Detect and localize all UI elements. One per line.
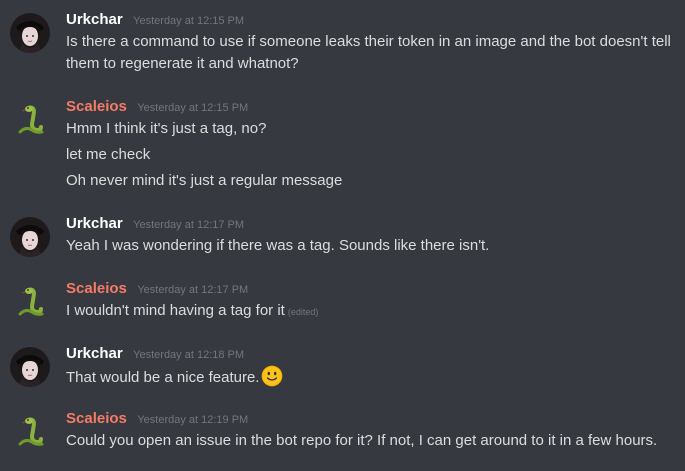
message-timestamp: Yesterday at 12:19 PM <box>137 414 249 426</box>
author-name[interactable]: Urkchar <box>66 215 123 232</box>
message-group: Urkchar Yesterday at 12:15 PM Is there a… <box>0 9 685 75</box>
author-name[interactable]: Urkchar <box>66 11 123 28</box>
snake-avatar-icon <box>18 417 44 446</box>
message-text: Yeah I was wondering if there was a tag.… <box>66 237 490 254</box>
slightly-smiling-face-emoji-icon[interactable] <box>261 365 283 387</box>
message-group: Urkchar Yesterday at 12:18 PM That would… <box>0 343 685 389</box>
message-text: Is there a command to use if someone lea… <box>66 33 671 72</box>
message-timestamp: Yesterday at 12:15 PM <box>133 15 245 27</box>
author-name[interactable]: Scaleios <box>66 410 127 427</box>
message-header: Scaleios Yesterday at 12:15 PM <box>66 96 675 118</box>
avatar-scaleios[interactable] <box>10 282 50 322</box>
avatar-scaleios[interactable] <box>10 412 50 452</box>
avatar-urkchar[interactable] <box>10 217 50 257</box>
message-text: Oh never mind it's just a regular messag… <box>66 172 343 189</box>
edited-label: (edited) <box>287 307 319 317</box>
message-header: Scaleios Yesterday at 12:19 PM <box>66 408 675 430</box>
user-avatar-icon <box>10 13 50 53</box>
user-avatar-icon <box>10 217 50 257</box>
chat-messages: Urkchar Yesterday at 12:15 PM Is there a… <box>0 0 685 471</box>
message-group: Urkchar Yesterday at 12:17 PM Yeah I was… <box>0 213 685 257</box>
message-timestamp: Yesterday at 12:18 PM <box>133 349 245 361</box>
message-text: Could you open an issue in the bot repo … <box>66 432 658 449</box>
message-header: Urkchar Yesterday at 12:15 PM <box>66 9 675 31</box>
message-timestamp: Yesterday at 12:15 PM <box>137 102 249 114</box>
message-text-content: That would be a nice feature. <box>66 369 260 386</box>
message-text: Hmm I think it's just a tag, no? <box>66 120 267 137</box>
message-text: That would be a nice feature. <box>66 365 675 389</box>
message-group: Scaleios Yesterday at 12:19 PM Could you… <box>0 408 685 452</box>
message-header: Urkchar Yesterday at 12:18 PM <box>66 343 675 365</box>
message-group: Scaleios Yesterday at 12:17 PM I wouldn'… <box>0 278 685 323</box>
message-header: Scaleios Yesterday at 12:17 PM <box>66 278 675 300</box>
snake-avatar-icon <box>18 287 44 316</box>
author-name[interactable]: Scaleios <box>66 98 127 115</box>
message-timestamp: Yesterday at 12:17 PM <box>133 219 245 231</box>
message-text-content: I wouldn't mind having a tag for it <box>66 302 285 319</box>
message-header: Urkchar Yesterday at 12:17 PM <box>66 213 675 235</box>
author-name[interactable]: Scaleios <box>66 280 127 297</box>
snake-avatar-icon <box>18 105 44 134</box>
message-group: Scaleios Yesterday at 12:15 PM Hmm I thi… <box>0 96 685 192</box>
user-avatar-icon <box>10 347 50 387</box>
avatar-urkchar[interactable] <box>10 347 50 387</box>
message-text: let me check <box>66 146 151 163</box>
avatar-urkchar[interactable] <box>10 13 50 53</box>
message-text: I wouldn't mind having a tag for it (edit… <box>66 300 675 323</box>
message-timestamp: Yesterday at 12:17 PM <box>137 284 249 296</box>
avatar-scaleios[interactable] <box>10 100 50 140</box>
author-name[interactable]: Urkchar <box>66 345 123 362</box>
